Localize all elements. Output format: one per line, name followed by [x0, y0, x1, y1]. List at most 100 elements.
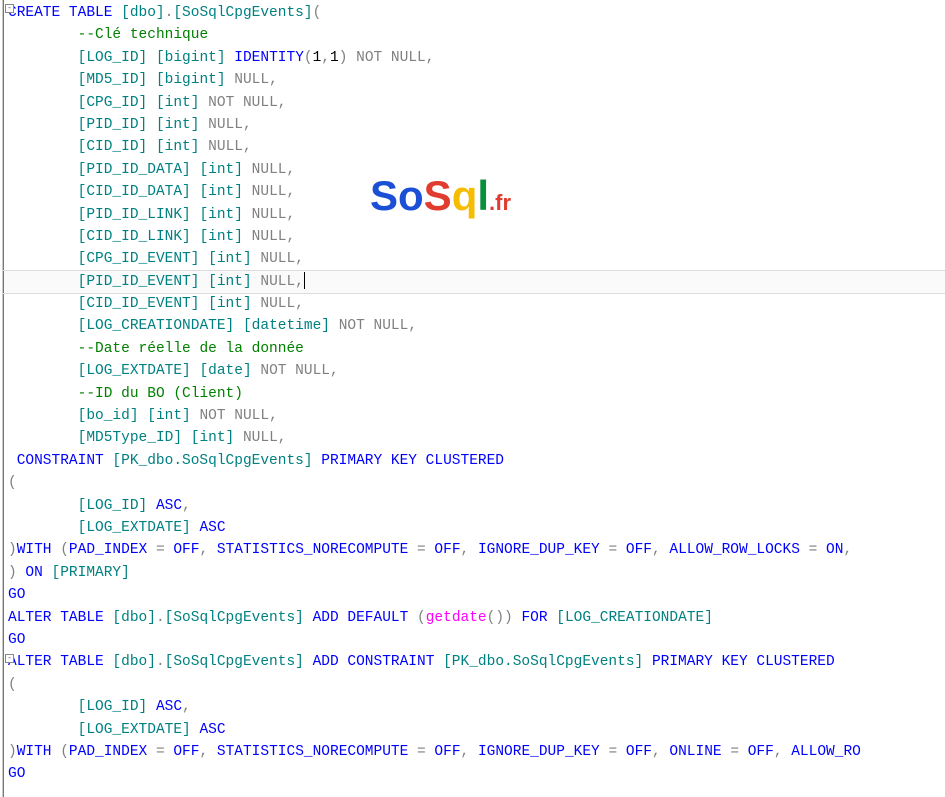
- code-line[interactable]: [CPG_ID] [int] NOT NULL,: [8, 92, 945, 114]
- code-line[interactable]: [LOG_ID] [bigint] IDENTITY(1,1) NOT NULL…: [8, 47, 945, 69]
- code-line[interactable]: )WITH (PAD_INDEX = OFF, STATISTICS_NOREC…: [8, 741, 945, 763]
- token-gr: ): [8, 744, 17, 760]
- code-line[interactable]: [PID_ID_DATA] [int] NULL,: [8, 159, 945, 181]
- code-line[interactable]: CONSTRAINT [PK_dbo.SoSqlCpgEvents] PRIMA…: [8, 450, 945, 472]
- token-tx: [147, 72, 156, 88]
- token-tx: [208, 744, 217, 760]
- code-line[interactable]: [PID_ID_LINK] [int] NULL,: [8, 204, 945, 226]
- token-tx: [243, 162, 252, 178]
- token-id: [PID_ID]: [78, 117, 148, 133]
- token-id: [SoSqlCpgEvents]: [165, 654, 304, 670]
- token-tx: [199, 251, 208, 267]
- code-line[interactable]: [PID_ID_EVENT] [int] NULL,: [0, 271, 945, 293]
- token-id: [SoSqlCpgEvents]: [165, 610, 304, 626]
- token-kw: CONSTRAINT: [347, 654, 434, 670]
- token-gr: (: [313, 5, 322, 21]
- token-id: [CPG_ID]: [78, 95, 148, 111]
- code-line[interactable]: [LOG_EXTDATE] ASC: [8, 719, 945, 741]
- token-gr: ,: [330, 363, 339, 379]
- token-gr: ,: [269, 408, 278, 424]
- token-tx: [434, 654, 443, 670]
- code-line[interactable]: [LOG_EXTDATE] [date] NOT NULL,: [8, 360, 945, 382]
- code-line[interactable]: (: [8, 472, 945, 494]
- token-tx: [800, 542, 809, 558]
- code-line[interactable]: [LOG_ID] ASC,: [8, 696, 945, 718]
- token-kw: STATISTICS_NORECOMPUTE: [217, 542, 408, 558]
- code-line[interactable]: [MD5Type_ID] [int] NULL,: [8, 427, 945, 449]
- code-text-area[interactable]: CREATE TABLE [dbo].[SoSqlCpgEvents]( --C…: [4, 0, 945, 797]
- token-gr: NULL: [260, 251, 295, 267]
- code-line[interactable]: [LOG_CREATIONDATE] [datetime] NOT NULL,: [8, 315, 945, 337]
- token-tx: [208, 542, 217, 558]
- token-tx: [52, 744, 61, 760]
- token-tx: [234, 430, 243, 446]
- token-tx: [199, 117, 208, 133]
- code-line[interactable]: GO: [8, 763, 945, 785]
- token-kw: ON: [826, 542, 843, 558]
- token-kw: ASC: [156, 498, 182, 514]
- code-line[interactable]: [CID_ID_EVENT] [int] NULL,: [8, 293, 945, 315]
- code-line[interactable]: )WITH (PAD_INDEX = OFF, STATISTICS_NOREC…: [8, 539, 945, 561]
- token-tx: [147, 699, 156, 715]
- token-kw: CREATE TABLE: [8, 5, 112, 21]
- code-line[interactable]: [CID_ID_LINK] [int] NULL,: [8, 226, 945, 248]
- code-line[interactable]: [CPG_ID_EVENT] [int] NULL,: [8, 248, 945, 270]
- code-line[interactable]: --Clé technique: [8, 24, 945, 46]
- code-line[interactable]: GO: [8, 629, 945, 651]
- fold-toggle-2[interactable]: -: [5, 654, 14, 663]
- code-line[interactable]: --Date réelle de la donnée: [8, 338, 945, 360]
- token-gr: .: [156, 610, 165, 626]
- code-line[interactable]: --ID du BO (Client): [8, 383, 945, 405]
- code-line[interactable]: ALTER TABLE [dbo].[SoSqlCpgEvents] ADD D…: [8, 607, 945, 629]
- token-id: [PID_ID_DATA]: [78, 162, 191, 178]
- token-tx: [199, 274, 208, 290]
- token-gr: NULL: [252, 207, 287, 223]
- token-tx: [147, 50, 156, 66]
- token-kw: ASC: [199, 520, 225, 536]
- code-line[interactable]: [LOG_EXTDATE] ASC: [8, 517, 945, 539]
- token-id: [dbo]: [121, 5, 165, 21]
- code-line[interactable]: [CID_ID] [int] NULL,: [8, 136, 945, 158]
- token-gr: ,: [295, 251, 304, 267]
- token-tx: [469, 542, 478, 558]
- token-id: [bigint]: [156, 72, 226, 88]
- token-gr: ,: [774, 744, 783, 760]
- code-line[interactable]: ALTER TABLE [dbo].[SoSqlCpgEvents] ADD C…: [8, 651, 945, 673]
- token-id: [LOG_CREATIONDATE]: [78, 318, 235, 334]
- code-line[interactable]: GO: [8, 584, 945, 606]
- fold-toggle-1[interactable]: -: [5, 4, 14, 13]
- token-id: [PK_dbo.SoSqlCpgEvents]: [112, 453, 312, 469]
- token-kw: OFF: [626, 744, 652, 760]
- token-tx: [617, 542, 626, 558]
- token-tx: [313, 453, 322, 469]
- token-gr: ,: [843, 542, 852, 558]
- code-line[interactable]: [LOG_ID] ASC,: [8, 495, 945, 517]
- code-line[interactable]: [CID_ID_DATA] [int] NULL,: [8, 181, 945, 203]
- code-line[interactable]: [MD5_ID] [bigint] NULL,: [8, 69, 945, 91]
- token-gr: ,: [286, 207, 295, 223]
- token-id: [CID_ID_DATA]: [78, 184, 191, 200]
- code-line[interactable]: [PID_ID] [int] NULL,: [8, 114, 945, 136]
- token-kw: WITH: [17, 744, 52, 760]
- token-id: [SoSqlCpgEvents]: [173, 5, 312, 21]
- token-id: [int]: [156, 95, 200, 111]
- token-gr: =: [608, 542, 617, 558]
- code-line[interactable]: CREATE TABLE [dbo].[SoSqlCpgEvents](: [8, 2, 945, 24]
- token-tx: [243, 229, 252, 245]
- token-tx: [234, 318, 243, 334]
- code-line[interactable]: [bo_id] [int] NOT NULL,: [8, 405, 945, 427]
- token-tx: [617, 744, 626, 760]
- token-id: [dbo]: [112, 654, 156, 670]
- token-id: [int]: [156, 139, 200, 155]
- token-gr: ,: [182, 699, 191, 715]
- token-tx: [147, 117, 156, 133]
- token-id: [int]: [199, 184, 243, 200]
- code-line[interactable]: (: [8, 674, 945, 696]
- code-line[interactable]: ) ON [PRIMARY]: [8, 562, 945, 584]
- token-gr: ,: [243, 117, 252, 133]
- token-kw: OFF: [626, 542, 652, 558]
- token-tx: [112, 5, 121, 21]
- code-editor[interactable]: - - CREATE TABLE [dbo].[SoSqlCpgEvents](…: [0, 0, 945, 797]
- token-id: [LOG_ID]: [78, 498, 148, 514]
- token-id: [MD5_ID]: [78, 72, 148, 88]
